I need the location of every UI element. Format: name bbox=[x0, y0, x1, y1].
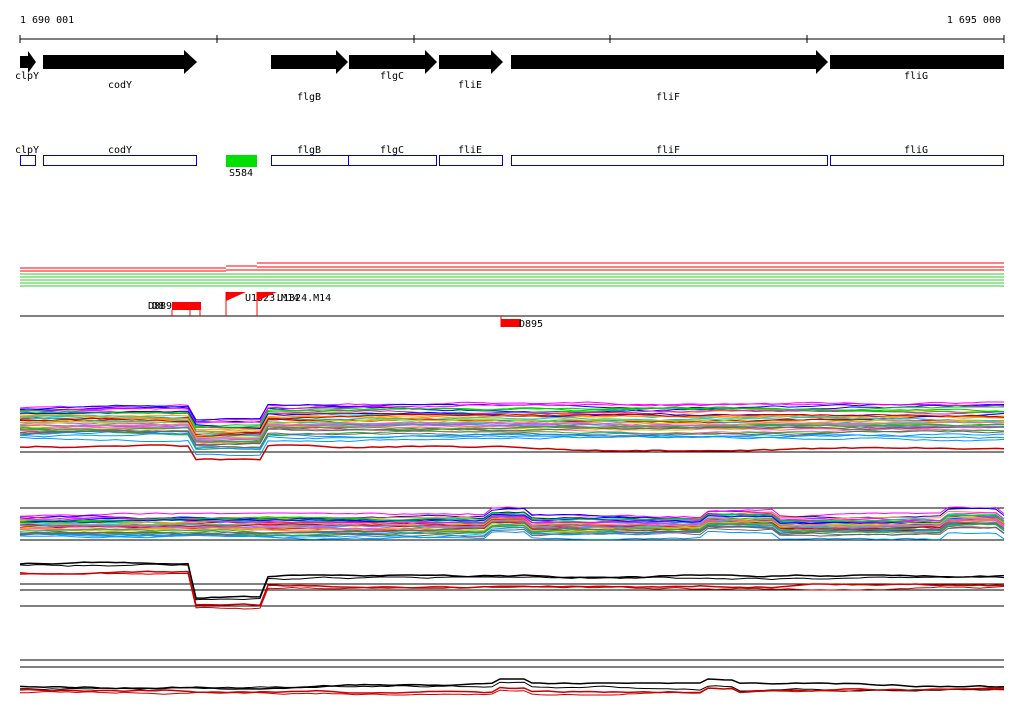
gene-arrow-label-clpY: clpY bbox=[15, 71, 39, 82]
gene-arrow-label-flgC: flgC bbox=[380, 71, 404, 82]
gene-box-clpY[interactable] bbox=[20, 155, 36, 166]
expression-panel-3 bbox=[19, 561, 1005, 610]
expression-trace bbox=[19, 678, 1005, 690]
gene-arrow-flgB[interactable] bbox=[271, 50, 348, 74]
green-feature-S584[interactable] bbox=[226, 155, 257, 167]
gene-box-label-fliF: fliF bbox=[656, 145, 680, 156]
gene-box-flgC[interactable] bbox=[348, 155, 437, 166]
gene-box-flgB[interactable] bbox=[271, 155, 349, 166]
gene-arrow-codY[interactable] bbox=[43, 50, 197, 74]
gene-arrow-label-codY: codY bbox=[108, 80, 132, 91]
expression-panel-2 bbox=[19, 506, 1005, 541]
red-feature-track: D889 D8 U1323.M14 U1324.M14 D895 bbox=[20, 292, 1004, 330]
gene-box-fliF[interactable] bbox=[511, 155, 828, 166]
red-feature-label: D8 bbox=[152, 301, 164, 312]
ruler-end-label: 1 695 000 bbox=[947, 15, 1001, 26]
gene-box-label-flgC: flgC bbox=[380, 145, 404, 156]
coverage-lines-track bbox=[20, 262, 1004, 287]
gene-box-label-clpY: clpY bbox=[15, 145, 39, 156]
gene-box-track: clpY codY flgB flgC fliE fliF fliG S584 bbox=[15, 145, 1004, 179]
red-feature-D889[interactable] bbox=[172, 302, 201, 310]
gene-arrow-clpY[interactable] bbox=[20, 51, 36, 73]
gene-arrow-label-fliG: fliG bbox=[904, 71, 928, 82]
expression-trace bbox=[19, 563, 1005, 601]
expression-panel-4 bbox=[19, 659, 1005, 696]
red-flag-U1323[interactable] bbox=[226, 292, 246, 301]
gene-box-fliG[interactable] bbox=[830, 155, 1004, 166]
expression-trace bbox=[19, 561, 1005, 599]
gene-arrow-track: clpY codY flgB flgC fliE fliF fliG bbox=[15, 50, 1004, 103]
genome-browser-view: 1 690 001 1 695 000 clpY codY flgB flgC … bbox=[15, 15, 1005, 696]
gene-arrow-fliG[interactable] bbox=[830, 55, 1004, 69]
red-feature-label: U1324.M14 bbox=[277, 293, 331, 304]
green-feature-label: S584 bbox=[229, 168, 253, 179]
gene-arrow-fliE[interactable] bbox=[439, 50, 503, 74]
gene-arrow-label-fliF: fliF bbox=[656, 92, 680, 103]
gene-box-fliE[interactable] bbox=[439, 155, 503, 166]
gene-box-label-fliG: fliG bbox=[904, 145, 928, 156]
gene-arrow-fliF[interactable] bbox=[511, 50, 828, 74]
gene-box-label-codY: codY bbox=[108, 145, 132, 156]
gene-arrow-label-flgB: flgB bbox=[297, 92, 321, 103]
ruler-start-label: 1 690 001 bbox=[20, 15, 74, 26]
gene-arrow-label-fliE: fliE bbox=[458, 80, 482, 91]
ruler: 1 690 001 1 695 000 bbox=[19, 15, 1005, 43]
red-feature-label: D895 bbox=[519, 319, 543, 330]
gene-box-label-flgB: flgB bbox=[297, 145, 321, 156]
gene-box-label-fliE: fliE bbox=[458, 145, 482, 156]
gene-box-codY[interactable] bbox=[43, 155, 197, 166]
red-feature-D895[interactable] bbox=[501, 319, 521, 327]
expression-panel-1 bbox=[19, 401, 1005, 461]
